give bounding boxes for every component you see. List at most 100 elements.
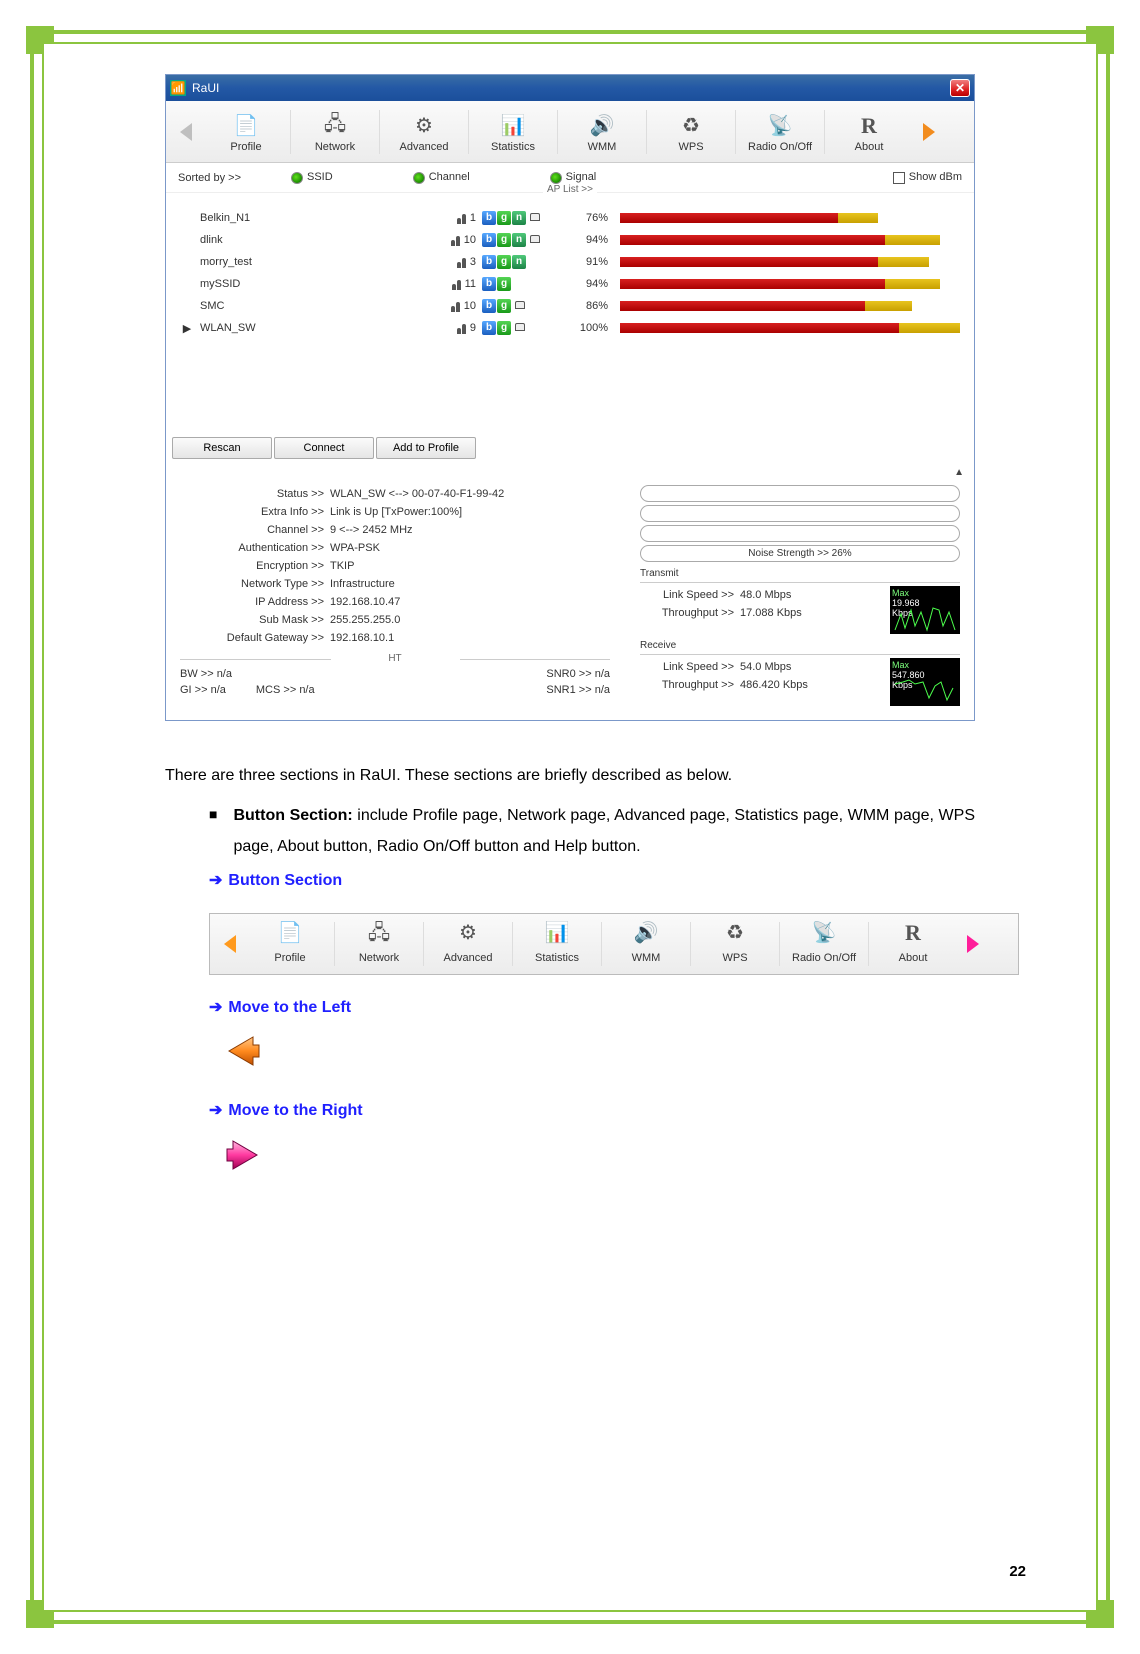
signal-icon bbox=[456, 256, 468, 268]
connect-button[interactable]: Connect bbox=[274, 437, 374, 459]
mode-n-icon: n bbox=[512, 255, 526, 269]
profile-icon: 📄 bbox=[230, 111, 262, 141]
signal-bar bbox=[620, 213, 960, 223]
lock-icon bbox=[514, 299, 526, 311]
quality-bars: Link Quality >> 100% Signal Strength 1 >>… bbox=[640, 485, 960, 562]
advanced-icon: ⚙ bbox=[408, 111, 440, 141]
sort-signal[interactable]: Signal bbox=[550, 171, 597, 183]
table-row[interactable]: SMC10bg86% bbox=[180, 295, 960, 317]
arrow-icon: ➔ bbox=[209, 866, 222, 896]
mode-g-icon: g bbox=[497, 299, 511, 313]
transmit-heading: Transmit bbox=[640, 568, 960, 583]
signal-bar bbox=[620, 235, 960, 245]
quality-bar: Signal Strength 2 >> 100% bbox=[640, 525, 960, 542]
status-details: Status >>WLAN_SW <--> 00-07-40-F1-99-42E… bbox=[180, 485, 610, 706]
status-area: Status >>WLAN_SW <--> 00-07-40-F1-99-42E… bbox=[166, 477, 974, 720]
mode-n-icon: n bbox=[512, 233, 526, 247]
window-titlebar: 📶 RaUI ✕ bbox=[166, 75, 974, 101]
quality-bar: Noise Strength >> 26% bbox=[640, 545, 960, 562]
intro-text: There are three sections in RaUI. These … bbox=[165, 761, 975, 791]
link-move-left: ➔ Move to the Left bbox=[165, 993, 975, 1023]
about-icon: R bbox=[853, 111, 885, 141]
ap-ssid: mySSID bbox=[200, 278, 390, 290]
transmit-graph: Max 19.968 Kbps bbox=[890, 586, 960, 634]
table-row[interactable]: ▶WLAN_SW9bg100% bbox=[180, 317, 960, 339]
tab-wps[interactable]: ♻ WPS bbox=[647, 111, 735, 153]
close-icon[interactable]: ✕ bbox=[950, 79, 970, 97]
signal-icon bbox=[456, 322, 468, 334]
ap-ssid: dlink bbox=[200, 234, 390, 246]
quality-bar: Link Quality >> 100% bbox=[640, 485, 960, 502]
left-arrow-figure bbox=[165, 1031, 975, 1082]
mode-g-icon: g bbox=[497, 321, 511, 335]
mode-b-icon: b bbox=[482, 299, 496, 313]
toolbar: 📄 Profile 🖧 Network ⚙ Advanced 📊 Statist… bbox=[166, 101, 974, 163]
signal-icon bbox=[456, 212, 468, 224]
doc-body: There are three sections in RaUI. These … bbox=[165, 761, 975, 1186]
mode-g-icon: g bbox=[497, 277, 511, 291]
arrow-icon: ➔ bbox=[209, 993, 222, 1023]
lock-icon bbox=[514, 321, 526, 333]
add-profile-button[interactable]: Add to Profile bbox=[376, 437, 476, 459]
mode-n-icon: n bbox=[512, 211, 526, 225]
signal-bar bbox=[620, 257, 960, 267]
ap-ssid: morry_test bbox=[200, 256, 390, 268]
radio-icon: 📡 bbox=[764, 111, 796, 141]
sorted-by-label: Sorted by >> bbox=[178, 172, 241, 184]
app-icon: 📶 bbox=[170, 80, 186, 96]
ap-list: Belkin_N11bgn76%dlink10bgn94%morry_test3… bbox=[166, 193, 974, 433]
mode-b-icon: b bbox=[482, 277, 496, 291]
fig-next-icon bbox=[957, 924, 987, 964]
toolbar-prev-icon[interactable] bbox=[172, 112, 202, 152]
sort-ssid[interactable]: SSID bbox=[291, 171, 333, 183]
ap-ssid: Belkin_N1 bbox=[200, 212, 390, 224]
bullet-icon: ■ bbox=[209, 801, 217, 862]
mode-b-icon: b bbox=[482, 255, 496, 269]
link-button-section: ➔ Button Section bbox=[165, 866, 975, 896]
ap-ssid: WLAN_SW bbox=[200, 322, 390, 334]
arrow-icon: ➔ bbox=[209, 1096, 222, 1126]
network-icon: 🖧 bbox=[319, 111, 351, 141]
signal-bar bbox=[620, 323, 960, 333]
wps-icon: ♻ bbox=[675, 111, 707, 141]
mode-g-icon: g bbox=[497, 211, 511, 225]
table-row[interactable]: mySSID11bg94% bbox=[180, 273, 960, 295]
tab-advanced[interactable]: ⚙ Advanced bbox=[380, 111, 468, 153]
rescan-button[interactable]: Rescan bbox=[172, 437, 272, 459]
show-dbm-checkbox[interactable]: Show dBm bbox=[893, 171, 962, 183]
receive-heading: Receive bbox=[640, 640, 960, 655]
table-row[interactable]: Belkin_N11bgn76% bbox=[180, 207, 960, 229]
mode-g-icon: g bbox=[497, 233, 511, 247]
toolbar-figure: 📄Profile 🖧Network ⚙Advanced 📊Statistics … bbox=[209, 913, 1019, 975]
sort-bar: Sorted by >> SSID Channel Signal Show dB… bbox=[166, 163, 974, 193]
tab-radio[interactable]: 📡 Radio On/Off bbox=[736, 111, 824, 153]
toolbar-next-icon[interactable] bbox=[913, 112, 943, 152]
signal-bar bbox=[620, 279, 960, 289]
mode-b-icon: b bbox=[482, 321, 496, 335]
wmm-icon: 🔊 bbox=[586, 111, 618, 141]
fig-prev-icon bbox=[216, 924, 246, 964]
table-row[interactable]: morry_test3bgn91% bbox=[180, 251, 960, 273]
lock-icon bbox=[529, 233, 541, 245]
mode-g-icon: g bbox=[497, 255, 511, 269]
tab-about[interactable]: R About bbox=[825, 111, 913, 153]
tab-network[interactable]: 🖧 Network bbox=[291, 111, 379, 153]
lock-icon bbox=[529, 211, 541, 223]
mode-b-icon: b bbox=[482, 211, 496, 225]
table-row[interactable]: dlink10bgn94% bbox=[180, 229, 960, 251]
raui-window: 📶 RaUI ✕ 📄 Profile 🖧 Network ⚙ A bbox=[165, 74, 975, 721]
sort-channel[interactable]: Channel bbox=[413, 171, 470, 183]
signal-bar bbox=[620, 301, 960, 311]
quality-bar: Signal Strength 1 >> 100% bbox=[640, 505, 960, 522]
mode-b-icon: b bbox=[482, 233, 496, 247]
tab-profile[interactable]: 📄 Profile bbox=[202, 111, 290, 153]
signal-icon bbox=[450, 234, 462, 246]
status-collapse-icon[interactable]: ▲ bbox=[166, 467, 974, 477]
tab-wmm[interactable]: 🔊 WMM bbox=[558, 111, 646, 153]
statistics-icon: 📊 bbox=[497, 111, 529, 141]
link-move-right: ➔ Move to the Right bbox=[165, 1096, 975, 1126]
ap-ssid: SMC bbox=[200, 300, 390, 312]
tab-statistics[interactable]: 📊 Statistics bbox=[469, 111, 557, 153]
right-arrow-figure bbox=[165, 1135, 975, 1186]
page-number: 22 bbox=[1009, 1563, 1026, 1580]
